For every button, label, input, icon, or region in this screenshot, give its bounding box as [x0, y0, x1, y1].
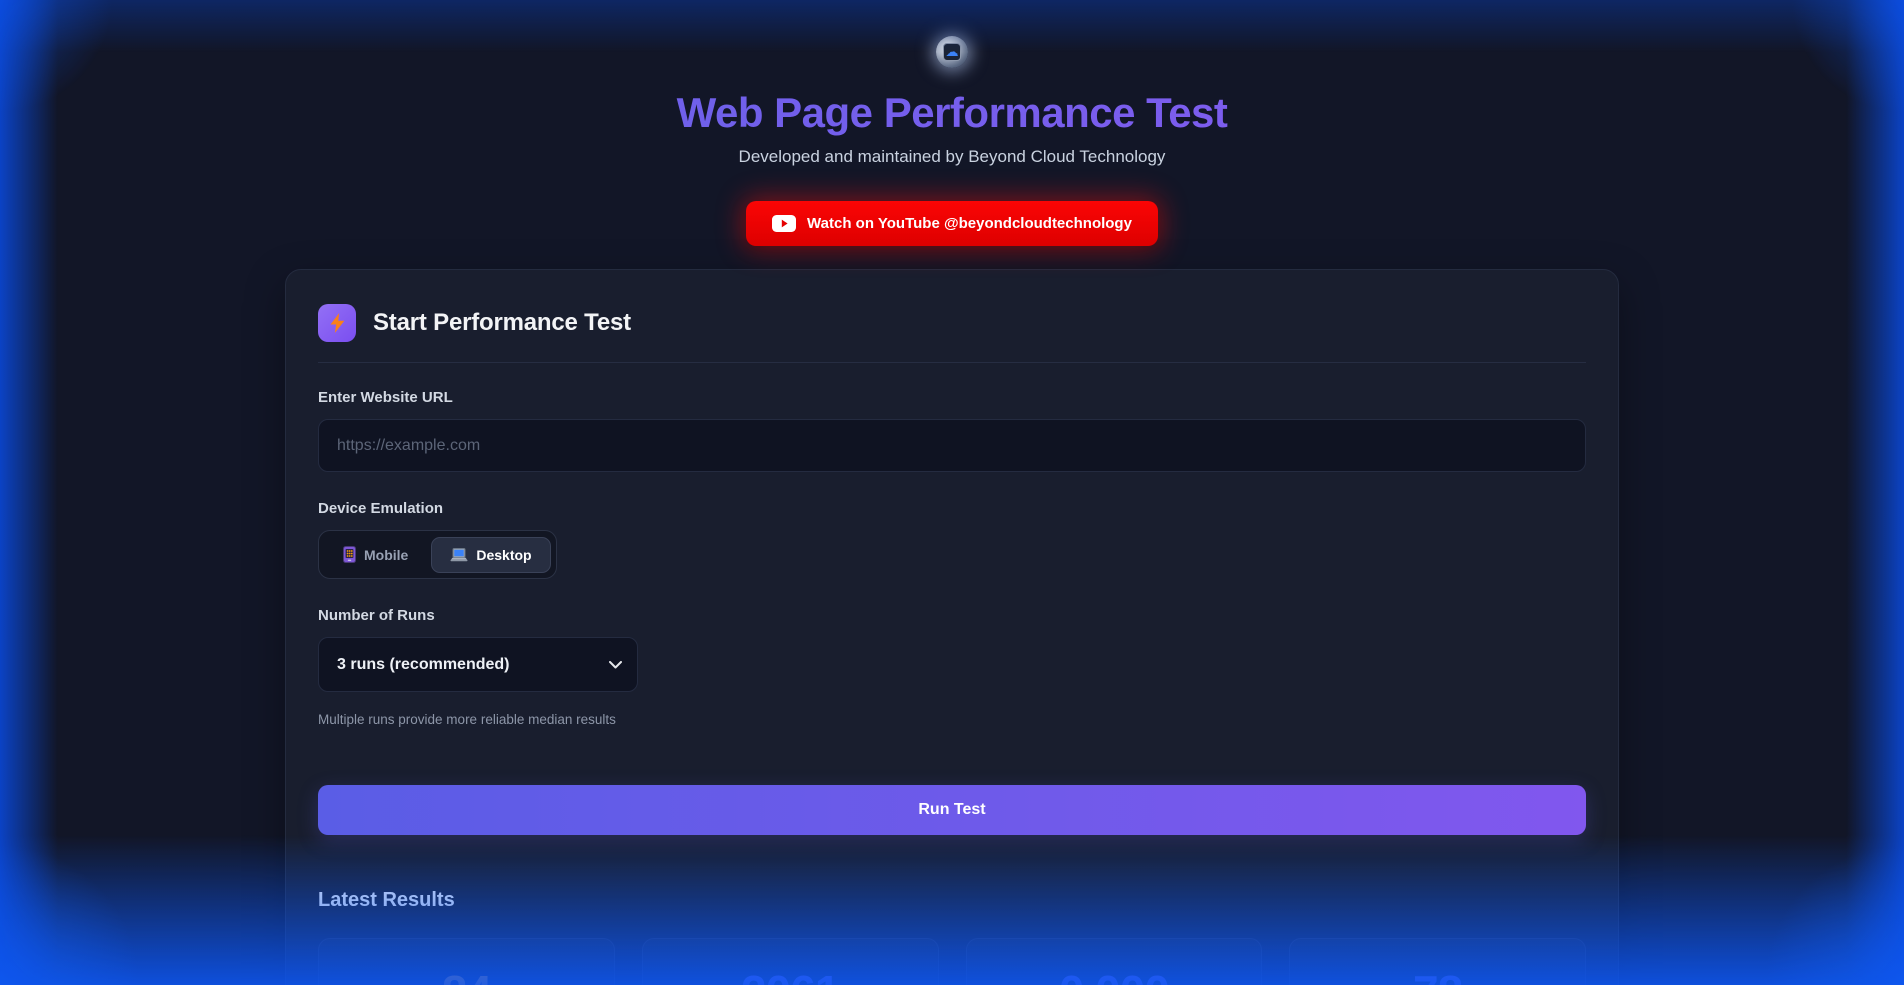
url-field-group: Enter Website URL: [318, 389, 1586, 472]
runs-select[interactable]: 3 runs (recommended): [318, 637, 638, 692]
device-emulation-group: Device Emulation Mobile: [318, 500, 1586, 579]
watch-on-youtube-button[interactable]: Watch on YouTube @beyondcloudtechnology: [746, 201, 1158, 246]
device-emulation-label: Device Emulation: [318, 500, 1586, 517]
site-header: Web Page Performance Test Developed and …: [0, 0, 1904, 246]
metric-card: 84: [318, 938, 615, 985]
globe-badge-icon: [936, 36, 968, 68]
metric-card: 2061: [642, 938, 939, 985]
page-title: Web Page Performance Test: [0, 89, 1904, 137]
run-test-button[interactable]: Run Test: [318, 785, 1586, 835]
youtube-play-icon: [772, 215, 796, 232]
runs-label: Number of Runs: [318, 607, 1586, 624]
metric-card: 78: [1289, 938, 1586, 985]
laptop-icon: [450, 548, 468, 562]
performance-test-page: Web Page Performance Test Developed and …: [0, 0, 1904, 985]
metric-value: 2061: [741, 965, 839, 985]
metric-value: 84: [442, 965, 491, 985]
metric-card: 0.000: [966, 938, 1263, 985]
metric-value: 78: [1413, 965, 1462, 985]
metric-value: 0.000: [1059, 965, 1169, 985]
url-field-label: Enter Website URL: [318, 389, 1586, 406]
header-divider: [318, 362, 1586, 363]
metrics-grid: 84 2061 0.000 78: [318, 938, 1586, 985]
card-title: Start Performance Test: [373, 309, 631, 337]
device-option-mobile[interactable]: Mobile: [324, 536, 427, 573]
lightning-bolt-icon: [318, 304, 356, 342]
device-option-mobile-label: Mobile: [364, 547, 408, 563]
device-toggle-group: Mobile Desktop: [318, 530, 557, 579]
runs-helper-text: Multiple runs provide more reliable medi…: [318, 712, 1586, 727]
mobile-phone-icon: [343, 546, 356, 563]
website-url-input[interactable]: [318, 419, 1586, 472]
card-header: Start Performance Test: [318, 304, 1586, 342]
page-subtitle: Developed and maintained by Beyond Cloud…: [0, 147, 1904, 167]
start-performance-test-card: Start Performance Test Enter Website URL…: [285, 269, 1619, 985]
runs-select-wrap: 3 runs (recommended): [318, 637, 638, 692]
device-option-desktop-label: Desktop: [476, 547, 531, 563]
runs-group: Number of Runs 3 runs (recommended) Mult…: [318, 607, 1586, 727]
youtube-button-label: Watch on YouTube @beyondcloudtechnology: [807, 215, 1132, 232]
device-option-desktop[interactable]: Desktop: [431, 537, 550, 573]
latest-results-title: Latest Results: [318, 889, 1586, 912]
